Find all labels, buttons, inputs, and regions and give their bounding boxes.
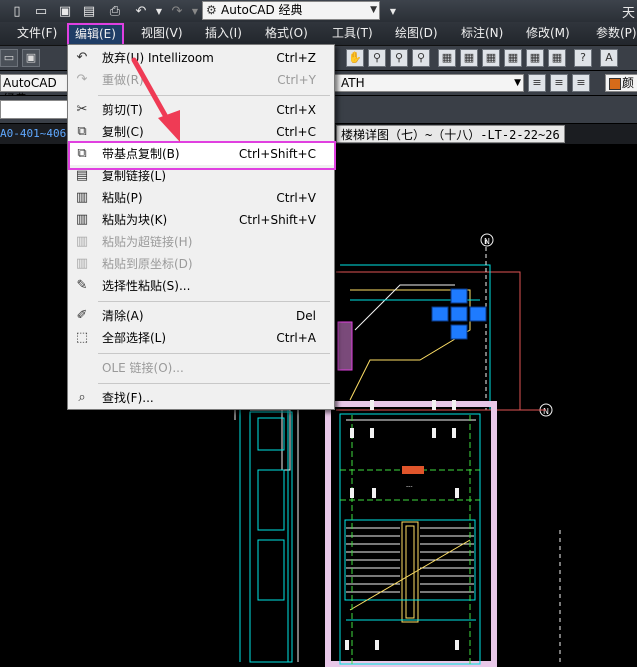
zoom-window-icon[interactable]: ⚲ bbox=[390, 49, 408, 67]
menu-item-redo[interactable]: ↷ 重做(R) Ctrl+Y bbox=[68, 69, 334, 91]
color-value: 颜 bbox=[622, 76, 635, 90]
menu-item-ole-links[interactable]: OLE 链接(O)... bbox=[68, 357, 334, 379]
menu-separator bbox=[98, 353, 330, 354]
copy-link-icon: ▤ bbox=[75, 168, 89, 183]
redo-icon: ↷ bbox=[76, 72, 88, 87]
menu-modify[interactable]: 修改(M) bbox=[526, 25, 570, 42]
open-folder-icon[interactable]: ▭ bbox=[32, 2, 50, 20]
print-icon[interactable]: ⎙ bbox=[106, 2, 124, 20]
menu-item-clear[interactable]: ✐ 清除(A) Del bbox=[68, 305, 334, 327]
find-icon: ⌕ bbox=[78, 390, 86, 405]
customize-dropdown-icon[interactable]: ▼ bbox=[384, 2, 402, 20]
grid-bubble: N bbox=[484, 237, 490, 246]
menu-separator bbox=[98, 95, 330, 96]
app-title: 天 bbox=[621, 6, 635, 21]
save-as-icon[interactable]: ▤ bbox=[80, 2, 98, 20]
menu-item-paste-to-original-coords[interactable]: ▥ 粘贴到原坐标(D) bbox=[68, 253, 334, 275]
menu-edit[interactable]: 编辑(E) bbox=[67, 23, 124, 46]
tool-palettes-icon[interactable]: ▦ bbox=[482, 49, 500, 67]
paste-icon: ▥ bbox=[75, 190, 89, 205]
text-style-icon[interactable]: A bbox=[600, 49, 618, 67]
paste-block-icon: ▥ bbox=[75, 212, 89, 227]
zoom-realtime-icon[interactable]: ⚲ bbox=[368, 49, 386, 67]
svg-text:---: --- bbox=[406, 483, 413, 490]
save-icon[interactable]: ▣ bbox=[22, 49, 40, 67]
zoom-previous-icon[interactable]: ⚲ bbox=[412, 49, 430, 67]
menu-insert[interactable]: 插入(I) bbox=[205, 25, 242, 42]
color-combo[interactable]: 颜 bbox=[605, 74, 637, 92]
highlight-annotation-box bbox=[68, 141, 336, 170]
menu-format[interactable]: 格式(O) bbox=[265, 25, 308, 42]
menu-item-paste-as-hyperlink[interactable]: ▥ 粘贴为超链接(H) bbox=[68, 231, 334, 253]
save-icon[interactable]: ▣ bbox=[56, 2, 74, 20]
copy-icon: ⧉ bbox=[77, 124, 87, 139]
menu-item-select-all[interactable]: ⬚ 全部选择(L) Ctrl+A bbox=[68, 327, 334, 349]
chevron-down-icon: ▼ bbox=[370, 5, 377, 15]
gear-icon: ⚙ bbox=[206, 3, 217, 17]
edit-dropdown-menu: ↶ 放弃(U) Intellizoom Ctrl+Z ↷ 重做(R) Ctrl+… bbox=[67, 44, 335, 410]
file-tab-active[interactable]: 楼梯详图（七）~（十八）-LT-2-22~26 bbox=[336, 125, 565, 143]
select-all-icon: ⬚ bbox=[75, 330, 89, 345]
menu-item-paste-as-block[interactable]: ▥ 粘贴为块(K) Ctrl+Shift+V bbox=[68, 209, 334, 231]
layer-combo[interactable]: ATH ▼ bbox=[334, 74, 524, 92]
menu-dimension[interactable]: 标注(N) bbox=[461, 25, 503, 42]
make-current-icon[interactable]: ≡ bbox=[550, 74, 568, 92]
undo-icon[interactable]: ↶ bbox=[132, 2, 150, 20]
sheet-set-icon[interactable]: ▦ bbox=[504, 49, 522, 67]
menu-item-undo[interactable]: ↶ 放弃(U) Intellizoom Ctrl+Z bbox=[68, 47, 334, 69]
workspace-value: AutoCAD 经典 bbox=[221, 3, 303, 17]
menu-item-cut[interactable]: ✂ 剪切(T) Ctrl+X bbox=[68, 99, 334, 121]
menu-draw[interactable]: 绘图(D) bbox=[395, 25, 438, 42]
redo-icon[interactable]: ↷ bbox=[168, 2, 186, 20]
layer-state-icon[interactable]: ≡ bbox=[528, 74, 546, 92]
open-folder-icon[interactable]: ▭ bbox=[0, 49, 18, 67]
menu-view[interactable]: 视图(V) bbox=[141, 25, 183, 42]
menu-tools[interactable]: 工具(T) bbox=[332, 25, 373, 42]
color-swatch bbox=[609, 78, 621, 90]
menu-item-paste[interactable]: ▥ 粘贴(P) Ctrl+V bbox=[68, 187, 334, 209]
layer-previous-icon[interactable]: ≡ bbox=[572, 74, 590, 92]
menu-file[interactable]: 文件(F) bbox=[17, 25, 57, 42]
undo-dropdown-icon[interactable]: ▼ bbox=[150, 2, 168, 20]
menu-item-find[interactable]: ⌕ 查找(F)... bbox=[68, 387, 334, 409]
chevron-down-icon: ▼ bbox=[514, 78, 521, 88]
calculator-icon[interactable]: ▦ bbox=[548, 49, 566, 67]
help-icon[interactable]: ? bbox=[574, 49, 592, 67]
properties-icon[interactable]: ▦ bbox=[438, 49, 456, 67]
layer-value: ATH bbox=[341, 76, 365, 90]
command-input[interactable] bbox=[0, 100, 68, 119]
menu-separator bbox=[98, 301, 330, 302]
menu-separator bbox=[98, 383, 330, 384]
file-tab[interactable]: A0-401~406- bbox=[0, 126, 73, 142]
paste-original-icon: ▥ bbox=[75, 256, 89, 271]
scissors-icon: ✂ bbox=[76, 102, 88, 117]
menu-item-paste-special[interactable]: ✎ 选择性粘贴(S)... bbox=[68, 275, 334, 297]
design-center-icon[interactable]: ▦ bbox=[460, 49, 478, 67]
paste-special-icon: ✎ bbox=[76, 278, 88, 293]
eraser-icon: ✐ bbox=[76, 308, 88, 323]
new-file-icon[interactable]: ▯ bbox=[8, 2, 26, 20]
menubar: 文件(F) 编辑(E) 视图(V) 插入(I) 格式(O) 工具(T) 绘图(D… bbox=[0, 22, 637, 46]
menu-item-copy[interactable]: ⧉ 复制(C) Ctrl+C bbox=[68, 121, 334, 143]
undo-icon: ↶ bbox=[76, 50, 88, 65]
workspace-select[interactable]: ⚙ AutoCAD 经典 ▼ bbox=[202, 1, 380, 20]
workspace-combo[interactable]: AutoCAD 经典 bbox=[0, 74, 68, 106]
pan-icon[interactable]: ✋ bbox=[346, 49, 364, 67]
paste-hyperlink-icon: ▥ bbox=[75, 234, 89, 249]
menu-parameters[interactable]: 参数(P) bbox=[596, 25, 637, 42]
quick-access-toolbar: ▯ ▭ ▣ ▤ ⎙ ↶ ▼ ↷ ▼ ⚙ AutoCAD 经典 ▼ ▼ 天 bbox=[0, 0, 637, 22]
markup-icon[interactable]: ▦ bbox=[526, 49, 544, 67]
svg-text:N: N bbox=[543, 407, 549, 416]
